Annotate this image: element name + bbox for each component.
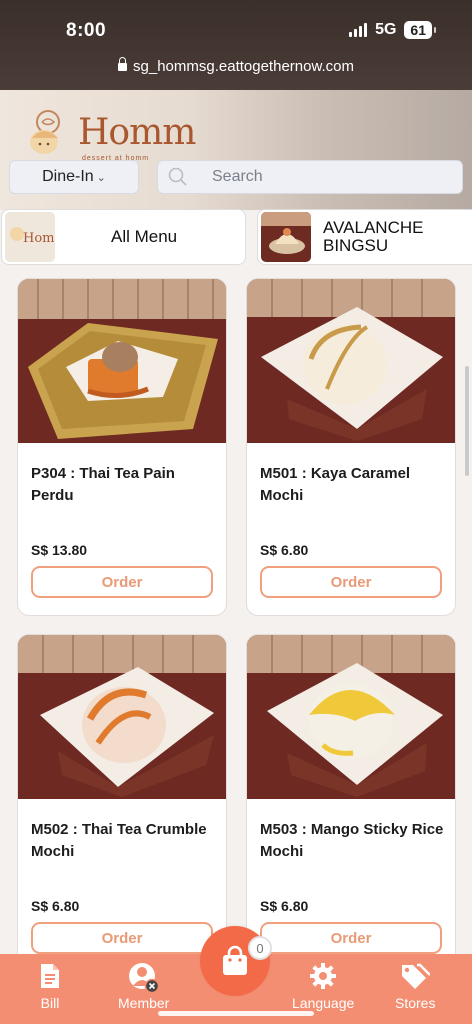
- product-name: M502 : Thai Tea Crumble Mochi: [31, 821, 207, 860]
- url-text: sg_hommsg.eattogethernow.com: [133, 58, 354, 75]
- product-image-kaya-caramel-mochi: [247, 279, 455, 443]
- logo-text: Homm: [78, 111, 196, 153]
- product-image-pain-perdu: [18, 279, 226, 443]
- product-image-mango-sticky-rice-mochi: [247, 635, 455, 799]
- battery-icon: 61: [404, 21, 436, 39]
- product-card[interactable]: M501 : Kaya Caramel Mochi S$ 6.80 Order: [246, 278, 456, 616]
- tags-icon: [402, 963, 431, 989]
- svg-text:Hom: Hom: [23, 231, 55, 246]
- product-price: S$ 6.80: [260, 542, 309, 558]
- nav-label: Language: [292, 995, 355, 1011]
- order-button[interactable]: Order: [260, 566, 442, 598]
- product-card[interactable]: P304 : Thai Tea Pain Perdu S$ 13.80 Orde…: [17, 278, 227, 616]
- dine-mode-select[interactable]: Dine-In ⌄: [9, 160, 139, 194]
- product-price: S$ 6.80: [260, 898, 309, 914]
- bill-icon: [41, 964, 59, 988]
- nav-label: Bill: [40, 995, 60, 1011]
- nav-stores[interactable]: Stores: [395, 962, 435, 1011]
- nav-language[interactable]: Language: [292, 962, 354, 1011]
- product-card[interactable]: M502 : Thai Tea Crumble Mochi S$ 6.80 Or…: [17, 634, 227, 954]
- nav-label: Stores: [395, 995, 436, 1011]
- category-thumbnail-logo: Hom: [5, 212, 55, 262]
- home-indicator: [158, 1011, 314, 1016]
- status-time: 8:00: [66, 20, 107, 41]
- logo-girl-icon: [30, 110, 60, 154]
- chevron-down-icon: ⌄: [96, 171, 106, 184]
- nav-label: Member: [118, 995, 170, 1011]
- product-image-thai-tea-crumble-mochi: [18, 635, 226, 799]
- status-indicators: 5G 61: [349, 21, 436, 39]
- product-grid: P304 : Thai Tea Pain Perdu S$ 13.80 Orde…: [0, 266, 472, 954]
- browser-top-bar: 8:00 5G 61 sg_hommsg.eattogethernow.com: [0, 0, 472, 90]
- search-input[interactable]: Search: [157, 160, 463, 194]
- lock-icon: [118, 57, 128, 71]
- scrollbar[interactable]: [465, 366, 469, 476]
- search-icon: [168, 167, 187, 186]
- category-tab-all-menu[interactable]: Hom All Menu: [1, 209, 246, 265]
- url-bar[interactable]: sg_hommsg.eattogethernow.com: [0, 57, 472, 75]
- product-price: S$ 13.80: [31, 542, 88, 558]
- shopping-bag-icon: [223, 945, 247, 975]
- gear-icon: [310, 963, 337, 989]
- cart-count-badge: 0: [248, 936, 272, 960]
- nav-bill[interactable]: Bill: [38, 962, 62, 1011]
- member-icon: [128, 963, 159, 994]
- dine-mode-label: Dine-In: [42, 168, 94, 185]
- category-label: All Menu: [111, 227, 178, 246]
- nav-member[interactable]: Member: [118, 962, 169, 1011]
- category-label: AVALANCHE BINGSU: [323, 218, 424, 255]
- brand-logo: Homm: [22, 108, 196, 156]
- product-name: M503 : Mango Sticky Rice Mochi: [260, 821, 444, 860]
- search-placeholder: Search: [212, 168, 263, 185]
- product-price: S$ 6.80: [31, 898, 80, 914]
- product-card[interactable]: M503 : Mango Sticky Rice Mochi S$ 6.80 O…: [246, 634, 456, 954]
- order-button[interactable]: Order: [260, 922, 442, 954]
- order-button[interactable]: Order: [31, 922, 213, 954]
- product-name: M501 : Kaya Caramel Mochi: [260, 465, 411, 504]
- order-button[interactable]: Order: [31, 566, 213, 598]
- category-tab-avalanche-bingsu[interactable]: AVALANCHE BINGSU: [257, 209, 472, 265]
- product-name: P304 : Thai Tea Pain Perdu: [31, 465, 175, 504]
- signal-icon: [349, 23, 368, 37]
- category-thumbnail-bingsu: [261, 212, 311, 262]
- network-label: 5G: [375, 21, 397, 38]
